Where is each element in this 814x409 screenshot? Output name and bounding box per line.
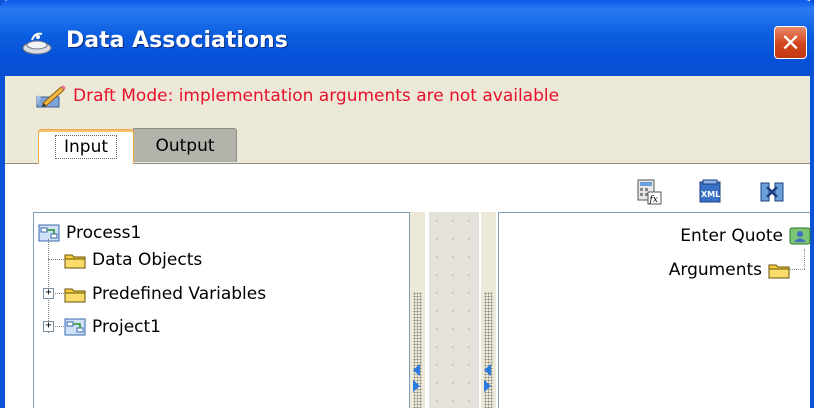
tree-node-label: Predefined Variables — [92, 284, 267, 304]
right-splitter[interactable] — [481, 212, 496, 408]
left-splitter[interactable] — [410, 212, 425, 408]
tab-input-label: Input — [54, 135, 118, 159]
folder-icon — [64, 254, 86, 269]
tree-node-label: Enter Quote — [680, 226, 783, 246]
tree-node-arguments[interactable]: Arguments — [669, 256, 790, 284]
xml-icon[interactable]: XML — [697, 178, 723, 206]
collapse-left-arrow-icon[interactable] — [484, 364, 491, 376]
expand-right-arrow-icon[interactable] — [484, 380, 491, 392]
process-icon — [38, 224, 60, 242]
tab-output[interactable]: Output — [133, 128, 237, 162]
tree-node-label: Process1 — [66, 223, 142, 243]
expression-builder-icon[interactable]: fx — [636, 178, 662, 206]
tree-node-data-objects[interactable]: Data Objects — [64, 246, 202, 274]
source-tree-panel: Process1 Data Objects + Predefined Varia… — [33, 212, 410, 408]
tree-node-predefined-variables[interactable]: Predefined Variables — [64, 280, 266, 308]
window-title: Data Associations — [66, 28, 288, 53]
tree-node-label: Project1 — [92, 317, 161, 337]
tree-node-label: Data Objects — [92, 250, 203, 270]
target-tree-panel: Enter Quote Arguments — [498, 212, 811, 408]
folder-icon — [768, 264, 790, 279]
transform-icon[interactable] — [759, 178, 785, 206]
draft-mode-icon — [36, 85, 66, 108]
tree-node-label: Arguments — [668, 260, 762, 280]
draft-mode-notice: Draft Mode: implementation arguments are… — [35, 82, 559, 110]
project-icon — [64, 318, 86, 336]
expand-toggle[interactable]: + — [43, 321, 54, 332]
close-button[interactable]: ✕ — [774, 26, 807, 59]
close-icon: ✕ — [780, 28, 801, 57]
svg-text:XML: XML — [701, 190, 720, 199]
tree-node-process1[interactable]: Process1 — [38, 219, 141, 247]
tree-node-project1[interactable]: Project1 — [64, 313, 161, 341]
folder-icon — [64, 288, 86, 303]
data-associations-dialog: Data Associations ✕ Draft Mode: implemen… — [0, 0, 814, 409]
human-task-icon — [789, 227, 811, 245]
draft-mode-message: Draft Mode: implementation arguments are… — [73, 86, 560, 106]
expand-toggle[interactable]: + — [43, 288, 54, 299]
expand-right-arrow-icon[interactable] — [413, 380, 420, 392]
svg-text:fx: fx — [649, 195, 658, 205]
mapping-canvas[interactable] — [429, 212, 479, 408]
app-icon — [22, 32, 52, 55]
collapse-left-arrow-icon[interactable] — [413, 364, 420, 376]
tree-node-enter-quote[interactable]: Enter Quote — [680, 222, 811, 250]
title-bar: Data Associations ✕ — [0, 0, 814, 76]
tab-input[interactable]: Input — [38, 129, 134, 164]
tab-output-label: Output — [155, 135, 215, 156]
